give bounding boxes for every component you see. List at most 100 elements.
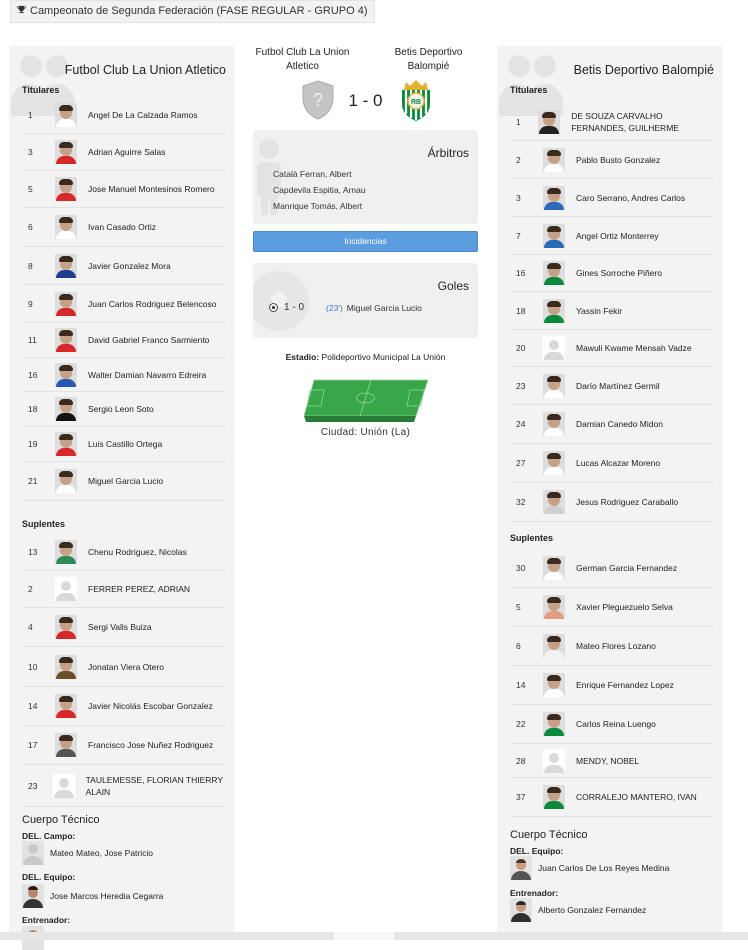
player-row[interactable]: 21 Miguel Garcia Lucio (22, 462, 225, 501)
player-row[interactable]: 32 Jesus Rodriguez Caraballo (510, 483, 713, 522)
player-row[interactable]: 3 Adrian Aguirre Salas (22, 134, 225, 171)
player-row[interactable]: 10 Jonatan Viera Otero (22, 647, 225, 687)
player-row[interactable]: 7 Angel Ortiz Monterrey (510, 217, 713, 255)
player-row[interactable]: 1 Angel De La Calzada Ramos (22, 97, 225, 134)
player-name[interactable]: David Gabriel Franco Sarmiento (88, 334, 209, 346)
stadium-name[interactable]: Polideportivo Municipal La Unión (322, 352, 446, 362)
player-name[interactable]: Javier Nicolás Escobar Gonzalez (88, 700, 213, 712)
player-row[interactable]: 14 Enrique Fernandez Lopez (510, 666, 713, 705)
player-row[interactable]: 18 Sergio Leon Soto (22, 392, 225, 427)
player-row[interactable]: 23 TAULEMESSE, FLORIAN THIERRY ALAIN (22, 765, 225, 807)
away-team-name[interactable]: Betis Deportivo Balompié (574, 63, 714, 77)
player-name[interactable]: Jonatan Viera Otero (88, 661, 164, 673)
home-staff-member[interactable]: Jose Marcos Heredia Cegarra (22, 884, 163, 908)
player-name[interactable]: Carlos Reina Luengo (576, 718, 656, 730)
horizontal-scrollbar[interactable] (0, 932, 748, 940)
player-row[interactable]: 16 Gines Sorroche Piñero (510, 255, 713, 292)
player-name[interactable]: Jesus Rodriguez Caraballo (576, 496, 678, 508)
player-row[interactable]: 2 FERRER PEREZ, ADRIAN (22, 571, 225, 608)
player-name[interactable]: Chenu Rodriguez, Nicolas (88, 546, 187, 558)
player-number: 8 (28, 260, 33, 271)
player-name[interactable]: Mateo Flores Lozano (576, 640, 656, 652)
player-number: 16 (28, 369, 38, 380)
player-number: 37 (516, 792, 526, 802)
player-row[interactable]: 14 Javier Nicolás Escobar Gonzalez (22, 687, 225, 726)
home-staff-role: DEL. Equipo: (22, 872, 76, 882)
betis-crest-icon[interactable]: RB (398, 78, 434, 122)
player-photo (543, 373, 565, 398)
player-row[interactable]: 6 Mateo Flores Lozano (510, 627, 713, 666)
player-name[interactable]: DE SOUZA CARVALHO FERNANDES, GUILHERME (571, 110, 713, 134)
home-staff-role: Entrenador: (22, 915, 71, 925)
player-name[interactable]: Juan Carlos Rodriguez Belencoso (88, 298, 217, 310)
away-staff-member[interactable]: Alberto Gonzalez Fernandez (510, 898, 646, 922)
player-row[interactable]: 23 Darío Martínez Germil (510, 367, 713, 405)
player-name[interactable]: Miguel Garcia Lucio (88, 475, 163, 487)
scrollbar-thumb[interactable] (334, 932, 394, 940)
player-photo (543, 673, 565, 697)
player-name[interactable]: Darío Martínez Germil (576, 380, 660, 392)
player-name[interactable]: Pablo Busto Gonzalez (576, 154, 660, 166)
player-row[interactable]: 18 Yassin Fekir (510, 292, 713, 330)
home-team-link[interactable]: Futbol Club La Union Atletico (255, 46, 350, 74)
player-row[interactable]: 19 Luis Castillo Ortega (22, 427, 225, 462)
player-name[interactable]: Francisco Jose Nuñez Rodriguez (88, 739, 213, 751)
referee-name: Manrique Tomás, Albert (273, 201, 363, 211)
player-name[interactable]: Yassin Fekir (576, 305, 622, 317)
player-name[interactable]: Walter Damian Navarro Edreira (88, 369, 206, 381)
player-row[interactable]: 5 Xavier Pleguezuelo Selva (510, 588, 713, 627)
player-name[interactable]: Luis Castillo Ortega (88, 438, 162, 450)
player-row[interactable]: 6 Ivan Casado Ortiz (22, 208, 225, 247)
player-row[interactable]: 2 Pablo Busto Gonzalez (510, 141, 713, 179)
player-name[interactable]: Sergi Valls Buiza (88, 621, 152, 633)
player-name[interactable]: Ivan Casado Ortiz (88, 221, 156, 233)
player-name[interactable]: Caro Serrano, Andres Carlos (576, 192, 685, 204)
competition-header[interactable]: Campeonato de Segunda Federación (FASE R… (10, 0, 375, 23)
player-row[interactable]: 20 Mawuli Kwame Mensah Vadze (510, 330, 713, 367)
player-name[interactable]: Javier Gonzalez Mora (88, 260, 171, 272)
away-team-link[interactable]: Betis Deportivo Balompié (381, 46, 476, 74)
player-row[interactable]: 11 David Gabriel Franco Sarmiento (22, 323, 225, 358)
home-team-name[interactable]: Futbol Club La Union Atletico (65, 63, 226, 77)
player-name[interactable]: Angel Ortiz Monterrey (576, 230, 659, 242)
player-name[interactable]: MENDY, NOBEL (576, 755, 639, 767)
player-row[interactable]: 4 Sergi Valls Buiza (22, 608, 225, 647)
player-row[interactable]: 28 MENDY, NOBEL (510, 744, 713, 778)
player-name[interactable]: Gines Sorroche Piñero (576, 267, 662, 279)
player-row[interactable]: 16 Walter Damian Navarro Edreira (22, 358, 225, 392)
player-name[interactable]: Sergio Leon Soto (88, 403, 154, 415)
player-name[interactable]: Lucas Alcazar Moreno (576, 457, 660, 469)
player-row[interactable]: 5 Jose Manuel Montesinos Romero (22, 171, 225, 208)
player-row[interactable]: 13 Chenu Rodriguez, Nicolas (22, 534, 225, 571)
player-name[interactable]: Angel De La Calzada Ramos (88, 109, 198, 121)
player-name[interactable]: German Garcia Fernandez (576, 562, 677, 574)
player-name[interactable]: Damian Canedo Midon (576, 418, 663, 430)
player-row[interactable]: 22 Carlos Reina Luengo (510, 705, 713, 744)
goal-scorer[interactable]: Miguel Garcia Lucio (347, 303, 422, 313)
player-row[interactable]: 9 Juan Carlos Rodriguez Belencoso (22, 285, 225, 323)
player-name[interactable]: Adrian Aguirre Salas (88, 146, 166, 158)
player-row[interactable]: 8 Javier Gonzalez Mora (22, 247, 225, 285)
away-staff-member[interactable]: Juan Carlos De Los Reyes Medina (510, 856, 669, 880)
player-name[interactable]: Jose Manuel Montesinos Romero (88, 183, 215, 195)
player-name[interactable]: FERRER PEREZ, ADRIAN (88, 583, 190, 595)
player-row[interactable]: 1 DE SOUZA CARVALHO FERNANDES, GUILHERME (510, 104, 713, 141)
player-row[interactable]: 3 Caro Serrano, Andres Carlos (510, 179, 713, 217)
incidents-button[interactable]: Incidencias (253, 231, 478, 252)
player-name[interactable]: Xavier Pleguezuelo Selva (576, 601, 673, 613)
player-row[interactable]: 17 Francisco Jose Nuñez Rodriguez (22, 726, 225, 765)
player-photo (543, 336, 565, 360)
player-photo (55, 615, 77, 639)
player-name[interactable]: Mawuli Kwame Mensah Vadze (576, 342, 692, 354)
staff-name: Mateo Mateo, Jose Patricio (50, 848, 153, 858)
player-name[interactable]: TAULEMESSE, FLORIAN THIERRY ALAIN (86, 774, 225, 798)
player-name[interactable]: Enrique Fernandez Lopez (576, 679, 674, 691)
home-staff-member[interactable]: Mateo Mateo, Jose Patricio (22, 841, 153, 865)
player-row[interactable]: 37 CORRALEJO MANTERO, IVAN (510, 778, 713, 817)
away-subs-heading: Suplentes (510, 533, 554, 543)
player-row[interactable]: 24 Damian Canedo Midon (510, 405, 713, 444)
player-row[interactable]: 27 Lucas Alcazar Moreno (510, 444, 713, 483)
player-row[interactable]: 30 German Garcia Fernandez (510, 549, 713, 588)
player-name[interactable]: CORRALEJO MANTERO, IVAN (576, 791, 697, 803)
away-subs-list: 30 German Garcia Fernandez 5 Xavier Pleguez… (510, 549, 713, 817)
